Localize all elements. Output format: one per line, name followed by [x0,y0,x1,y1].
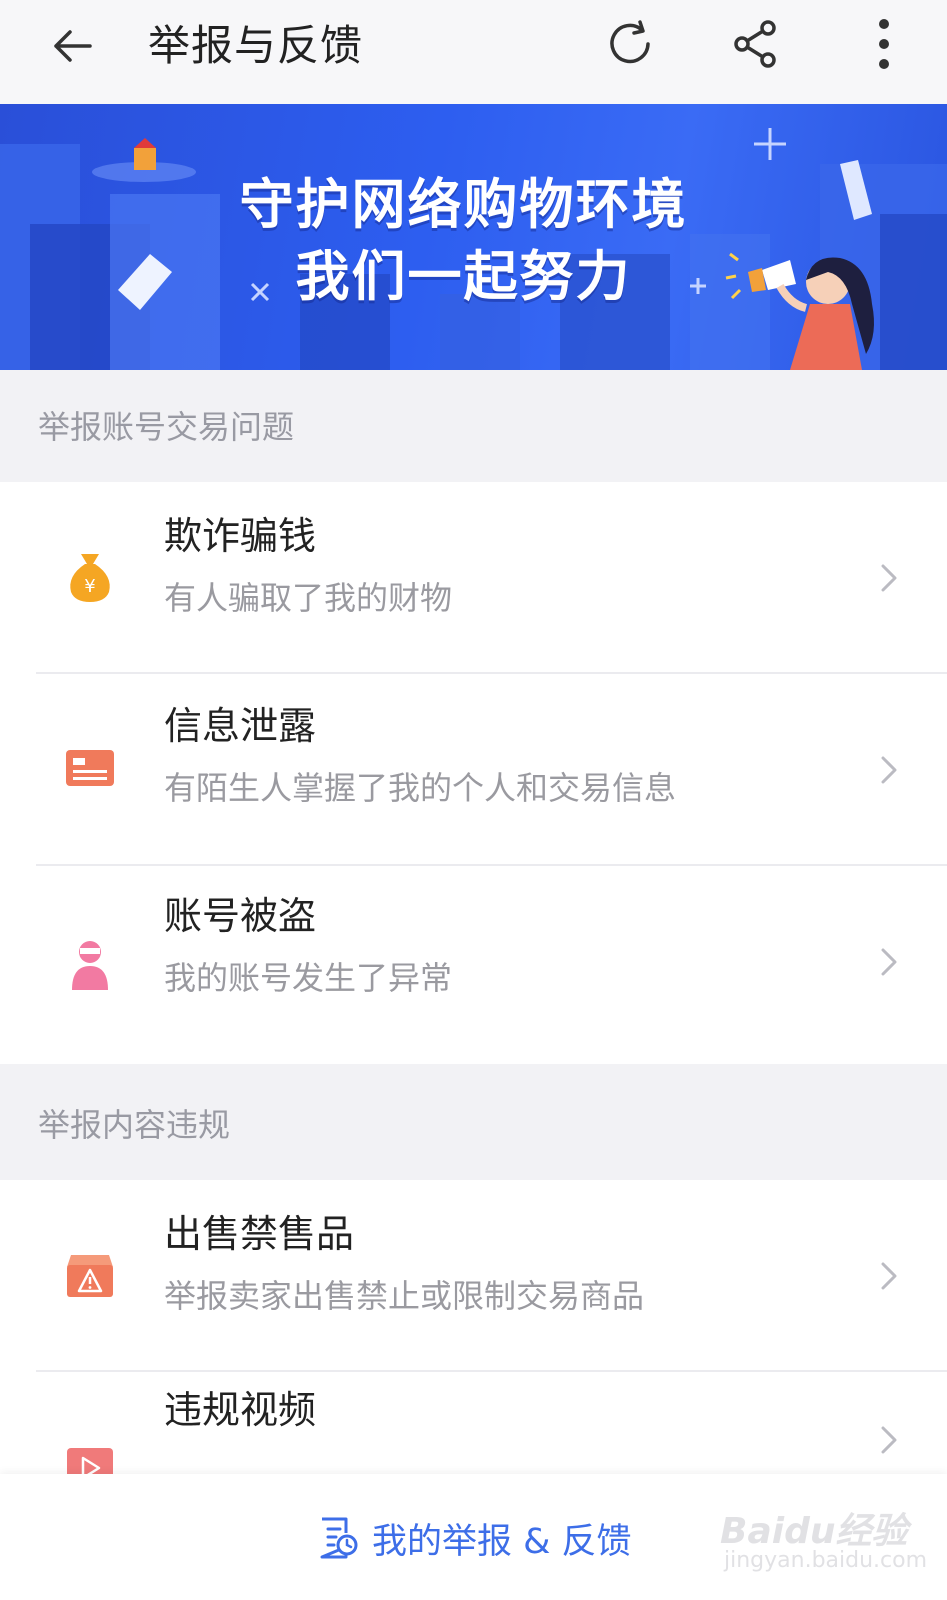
list-item-fraud[interactable]: ¥ 欺诈骗钱 有人骗取了我的财物 [0,482,947,672]
svg-text:¥: ¥ [84,576,95,597]
list-item-info-leak[interactable]: 信息泄露 有陌生人掌握了我的个人和交易信息 [0,674,947,864]
chevron-right-icon [877,750,901,790]
chevron-right-icon [877,558,901,598]
baidu-watermark: Baidu经验 jingyan.baidu.com [720,1496,930,1586]
money-bag-icon: ¥ [64,550,116,602]
section-header-account: 举报账号交易问题 [0,370,947,482]
warning-box-icon [64,1250,116,1302]
more-button[interactable] [852,12,916,76]
more-vertical-icon [879,19,889,69]
item-title: 信息泄露 [164,704,317,748]
chevron-right-icon [877,1420,901,1460]
bottom-bar: 我的举报 & 反馈 Baidu经验 jingyan.baidu.com [0,1474,947,1600]
item-subtitle: 我的账号发生了异常 [164,959,453,997]
top-bar: 举报与反馈 [0,0,947,104]
list-item-account-stolen[interactable]: 账号被盗 我的账号发生了异常 [0,866,947,1064]
section-header-content: 举报内容违规 [0,1064,947,1180]
list-item-prohibited-goods[interactable]: 出售禁售品 举报卖家出售禁止或限制交易商品 [0,1180,947,1370]
page-title: 举报与反馈 [148,21,364,70]
thief-icon [64,938,116,990]
report-list-icon [320,1517,358,1559]
card-icon [64,742,116,794]
video-play-icon [64,1442,116,1474]
my-reports-button[interactable]: 我的举报 & 反馈 [318,1508,632,1568]
watermark-url: jingyan.baidu.com [724,1548,928,1573]
watermark-brand: Baidu经验 [720,1511,908,1552]
refresh-button[interactable] [598,12,662,76]
chevron-right-icon [877,1256,901,1296]
item-title: 欺诈骗钱 [164,514,317,558]
banner-subheadline: 我们一起努力 [295,245,632,308]
item-subtitle: 有人骗取了我的财物 [164,579,453,617]
item-title: 违规视频 [164,1388,317,1432]
section-title: 举报账号交易问题 [38,408,295,446]
promo-banner[interactable]: 守护网络购物环境 我们一起努力 [0,104,947,370]
my-reports-label: 我的举报 & 反馈 [372,1521,632,1562]
item-title: 出售禁售品 [164,1212,355,1256]
arrow-left-icon [54,30,92,62]
banner-headline: 守护网络购物环境 [239,173,688,236]
share-icon [734,20,776,68]
list-item-illegal-video[interactable]: 违规视频 [0,1372,947,1474]
back-button[interactable] [44,18,100,74]
item-subtitle: 举报卖家出售禁止或限制交易商品 [164,1277,645,1315]
share-button[interactable] [724,12,788,76]
item-subtitle: 有陌生人掌握了我的个人和交易信息 [164,769,677,807]
section-title: 举报内容违规 [38,1106,231,1144]
refresh-icon [610,20,650,64]
item-title: 账号被盗 [164,894,317,938]
chevron-right-icon [877,942,901,982]
